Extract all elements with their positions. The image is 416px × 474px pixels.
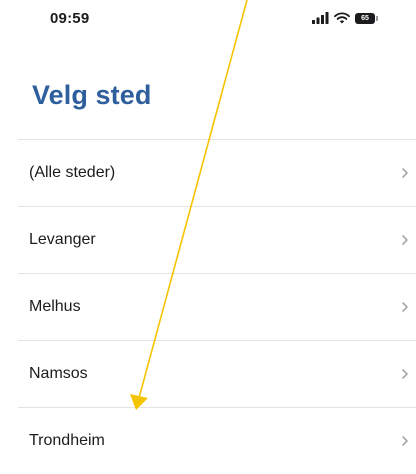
list-item-label: Namsos [29, 365, 88, 382]
list-item-alle-steder[interactable]: (Alle steder) [18, 139, 416, 206]
status-icons: 65 [312, 10, 378, 26]
status-bar: 09:59 65 [0, 0, 416, 40]
list-item-label: Levanger [29, 231, 96, 248]
page-title: Velg sted [32, 80, 152, 110]
list-item-label: (Alle steder) [29, 164, 116, 181]
list-item-namsos[interactable]: Namsos [18, 340, 416, 407]
chevron-right-icon [402, 235, 408, 245]
status-time: 09:59 [50, 10, 90, 27]
list-item-trondheim[interactable]: Trondheim [18, 407, 416, 474]
chevron-right-icon [402, 168, 408, 178]
wifi-icon [334, 12, 350, 24]
list-item-melhus[interactable]: Melhus [18, 273, 416, 340]
battery-level: 65 [361, 14, 369, 22]
battery-icon: 65 [355, 12, 378, 24]
list-item-label: Melhus [29, 298, 81, 315]
chevron-right-icon [402, 302, 408, 312]
chevron-right-icon [402, 369, 408, 379]
place-list: (Alle steder) Levanger Melhus Namsos Tro… [18, 139, 416, 474]
list-item-label: Trondheim [29, 432, 105, 449]
signal-icon [312, 12, 329, 24]
list-item-levanger[interactable]: Levanger [18, 206, 416, 273]
chevron-right-icon [402, 436, 408, 446]
